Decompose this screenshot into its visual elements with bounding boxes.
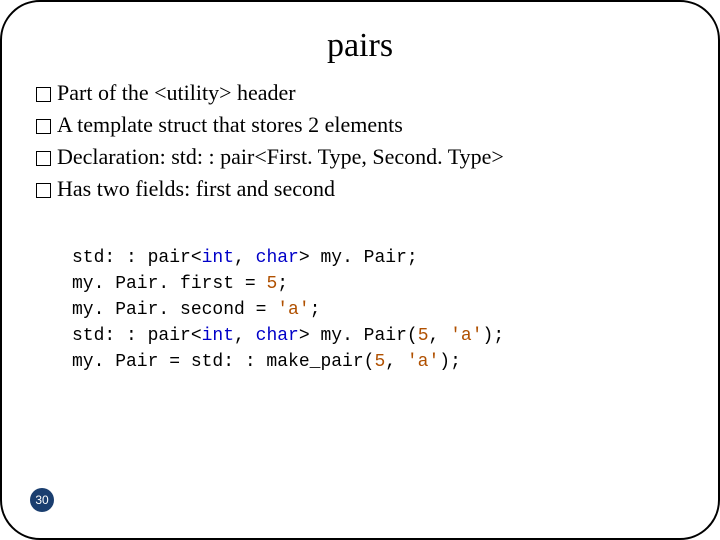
bullet-item: Declaration: std: : pair<First. Type, Se… [36, 141, 678, 173]
bullet-box-icon [36, 119, 51, 134]
bullet-item: A template struct that stores 2 elements [36, 109, 678, 141]
code-text: , [234, 326, 256, 346]
bullet-item: Part of the <utility> header [36, 77, 678, 109]
code-char: 'a' [407, 352, 439, 372]
bullet-text: Has two fields: first and second [57, 173, 335, 205]
code-text: , [429, 326, 451, 346]
code-text: std: : pair< [72, 248, 202, 268]
slide-frame: pairs Part of the <utility> header A tem… [0, 0, 720, 540]
bullet-box-icon [36, 87, 51, 102]
code-number: 5 [374, 352, 385, 372]
code-text: ); [483, 326, 505, 346]
code-text: ; [277, 274, 288, 294]
code-text: my. Pair. first = [72, 274, 266, 294]
code-text: , [234, 248, 256, 268]
code-text: std: : pair< [72, 326, 202, 346]
code-text: > my. Pair( [299, 326, 418, 346]
code-char: 'a' [277, 300, 309, 320]
bullet-text: A template struct that stores 2 elements [57, 109, 403, 141]
page-number-badge: 30 [30, 488, 54, 512]
code-number: 5 [266, 274, 277, 294]
code-text: my. Pair. second = [72, 300, 277, 320]
code-keyword: char [256, 248, 299, 268]
bullet-box-icon [36, 183, 51, 198]
bullet-text: Declaration: std: : pair<First. Type, Se… [57, 141, 504, 173]
slide-title: pairs [42, 27, 678, 65]
code-text: , [385, 352, 407, 372]
code-keyword: int [202, 326, 234, 346]
bullet-list: Part of the <utility> header A template … [36, 77, 678, 205]
code-text: ); [439, 352, 461, 372]
bullet-box-icon [36, 151, 51, 166]
code-text: my. Pair = std: : make_pair( [72, 352, 374, 372]
bullet-text: Part of the <utility> header [57, 77, 296, 109]
code-text: ; [310, 300, 321, 320]
code-number: 5 [418, 326, 429, 346]
code-keyword: int [202, 248, 234, 268]
code-keyword: char [256, 326, 299, 346]
code-block: std: : pair<int, char> my. Pair; my. Pai… [72, 245, 678, 375]
page-number: 30 [35, 493, 48, 507]
code-text: > my. Pair; [299, 248, 418, 268]
code-char: 'a' [450, 326, 482, 346]
bullet-item: Has two fields: first and second [36, 173, 678, 205]
